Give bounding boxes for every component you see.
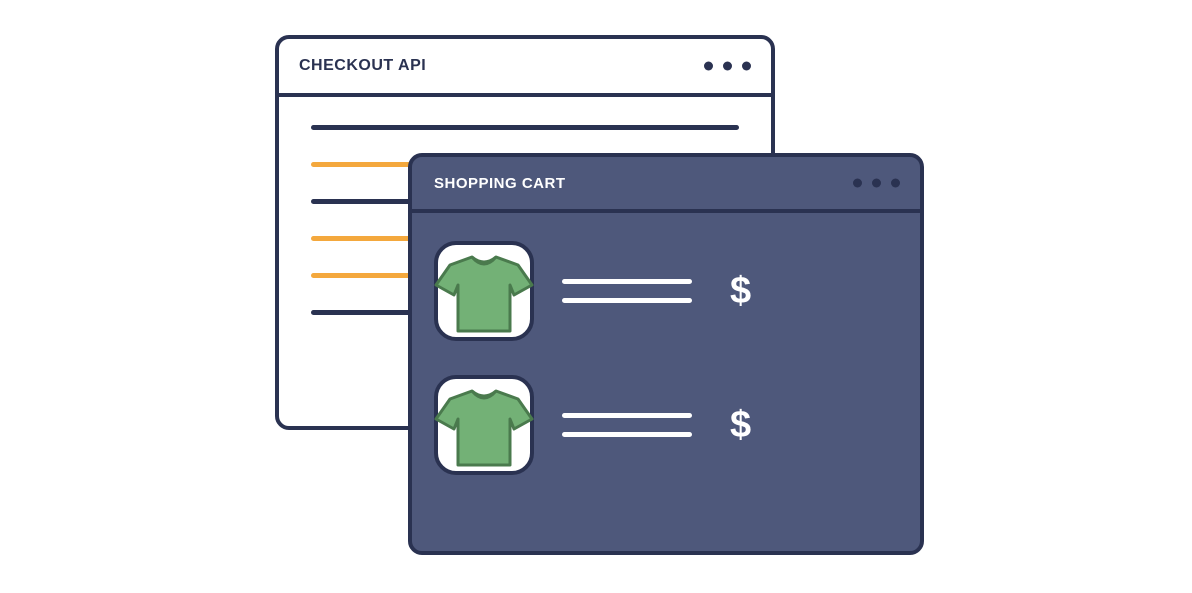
text-line — [562, 279, 692, 284]
tshirt-icon — [432, 385, 536, 471]
product-description-lines — [562, 279, 692, 303]
price-symbol: $ — [730, 272, 751, 310]
checkout-api-titlebar: CHECKOUT API — [279, 39, 771, 97]
shopping-cart-window: SHOPPING CART — [408, 153, 924, 555]
product-thumbnail — [434, 241, 534, 341]
window-dot-icon — [704, 62, 713, 71]
window-controls-icon — [853, 179, 900, 188]
shopping-cart-titlebar: SHOPPING CART — [412, 157, 920, 213]
text-line — [562, 413, 692, 418]
shopping-cart-body: $ $ — [412, 213, 920, 537]
shopping-cart-title: SHOPPING CART — [434, 175, 566, 192]
cart-item-row: $ — [434, 375, 898, 475]
window-controls-icon — [704, 62, 751, 71]
product-description-lines — [562, 413, 692, 437]
window-dot-icon — [872, 179, 881, 188]
tshirt-icon — [432, 251, 536, 337]
window-dot-icon — [742, 62, 751, 71]
code-line — [311, 125, 739, 130]
window-dot-icon — [723, 62, 732, 71]
text-line — [562, 432, 692, 437]
window-dot-icon — [853, 179, 862, 188]
window-dot-icon — [891, 179, 900, 188]
text-line — [562, 298, 692, 303]
checkout-api-title: CHECKOUT API — [299, 57, 426, 75]
product-thumbnail — [434, 375, 534, 475]
cart-item-row: $ — [434, 241, 898, 341]
diagram-stage: CHECKOUT API SHOPPING CART — [0, 0, 1192, 593]
price-symbol: $ — [730, 406, 751, 444]
